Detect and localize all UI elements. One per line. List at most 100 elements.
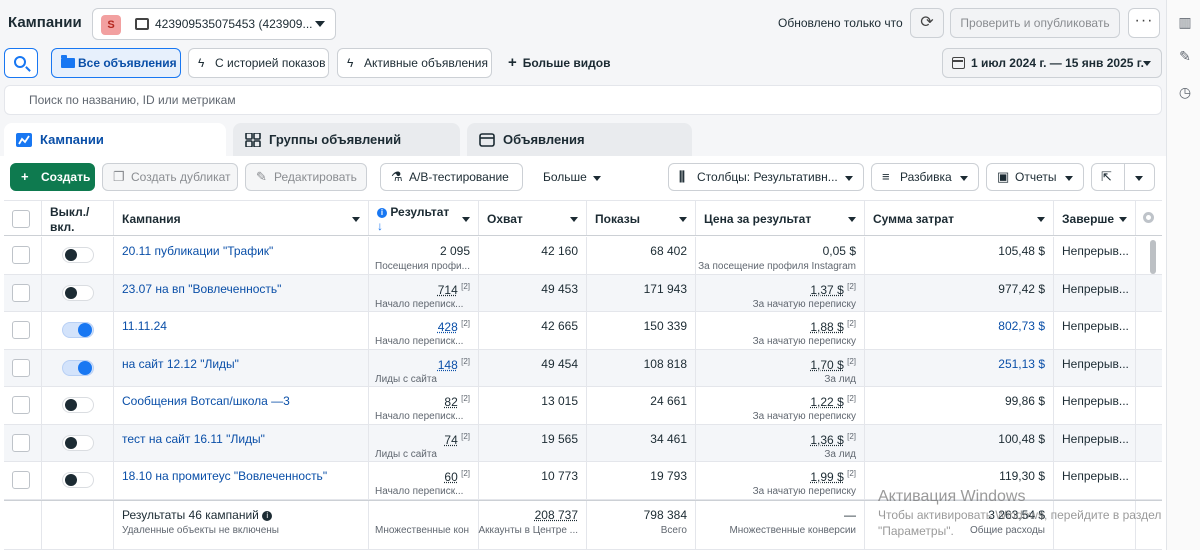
campaign-name-link[interactable]: 20.11 публикации "Трафик" [122, 244, 273, 258]
row-checkbox[interactable] [12, 396, 30, 414]
pencil-icon[interactable]: ✎ [1177, 48, 1193, 64]
plus-icon: + [508, 54, 517, 71]
campaign-toggle[interactable] [62, 397, 94, 413]
clock-icon[interactable]: ◷ [1177, 84, 1193, 100]
filter-all-ads-label: Все объявления [78, 56, 177, 70]
note-marker: [2] [847, 356, 856, 366]
table-row[interactable]: 23.07 на вп "Вовлеченность" 714 [2] Начало… [4, 274, 1162, 312]
campaign-name-link[interactable]: 23.07 на вп "Вовлеченность" [122, 282, 281, 296]
search-input[interactable] [4, 85, 1162, 115]
campaign-toggle[interactable] [62, 322, 94, 338]
header-end[interactable]: Заверше [1054, 201, 1136, 235]
export-button[interactable]: ⇱ [1091, 163, 1155, 191]
table-row[interactable]: 20.11 публикации "Трафик" 2 095 Посещения … [4, 237, 1162, 275]
filter-active-ads[interactable]: ϟ Активные объявления [337, 48, 492, 78]
date-range-label: 1 июл 2024 г. — 15 янв 2025 г. [971, 56, 1144, 70]
result-cell: 74 [2] Лиды с сайта [369, 424, 479, 461]
totals-note: Удаленные объекты не включены [122, 524, 279, 536]
end-status: Непрерыв... [1062, 319, 1129, 333]
table-row[interactable]: на сайт 12.12 "Лиды" 148 [2] Лиды с сайта 4… [4, 349, 1162, 387]
header-toggle[interactable]: Выкл./ вкл. [42, 201, 114, 235]
row-checkbox[interactable] [12, 283, 30, 302]
header-impressions[interactable]: Показы [587, 201, 696, 235]
row-checkbox[interactable] [12, 321, 30, 339]
breakdown-button[interactable]: ≡ Разбивка [871, 163, 979, 191]
edit-button[interactable]: ✎ Редактировать [245, 163, 367, 191]
more-views-button[interactable]: + Больше видов [508, 48, 611, 78]
more-options-button[interactable]: ··· [1128, 8, 1160, 38]
search-toggle-button[interactable] [4, 48, 38, 78]
result-value[interactable]: 714 [2] [438, 282, 470, 297]
chevron-down-icon [593, 176, 601, 181]
result-number: 74 [444, 432, 458, 447]
header-cost-per-result[interactable]: Цена за результат [696, 201, 865, 235]
filter-with-history[interactable]: ϟ С историей показов [188, 48, 329, 78]
header-reach[interactable]: Охват [479, 201, 587, 235]
column-settings-icon[interactable] [1143, 212, 1154, 223]
note-marker: [2] [461, 394, 470, 403]
edit-label: Редактировать [274, 170, 357, 184]
chevron-down-icon [845, 176, 853, 181]
more-actions-button[interactable]: Больше [532, 163, 612, 191]
publish-button[interactable]: Проверить и опубликовать [950, 8, 1120, 38]
campaign-name-cell: 20.11 публикации "Трафик" [114, 237, 369, 274]
duplicate-button[interactable]: ❐ Создать дубликат [102, 163, 238, 191]
totals-label: Результаты 46 кампаний i [122, 508, 273, 522]
cost-per-result-cell: 1,99 $ [2] За начатую переписку [696, 462, 865, 499]
reports-button[interactable]: ▣ Отчеты [986, 163, 1084, 191]
reach-value: 42 160 [541, 244, 578, 258]
cost-per-result-cell: 0,05 $ За посещение профиля Instagram [696, 237, 865, 274]
result-value[interactable]: 60 [2] [444, 469, 470, 484]
header-campaign[interactable]: Кампания [114, 201, 369, 235]
columns-button[interactable]: ⫼ Столбцы: Результативн... [668, 163, 864, 191]
select-all-checkbox[interactable] [12, 210, 30, 228]
refresh-button[interactable]: ⟳ [910, 8, 944, 38]
reach-value: 49 454 [541, 356, 578, 371]
account-icon [135, 18, 149, 30]
campaign-toggle[interactable] [62, 247, 94, 263]
toggle-knob [65, 474, 77, 486]
campaign-toggle[interactable] [62, 472, 94, 488]
row-checkbox[interactable] [12, 358, 30, 377]
tab-campaigns[interactable]: Кампании [4, 123, 226, 159]
result-value[interactable]: 74 [2] [444, 432, 470, 447]
campaign-name-link[interactable]: тест на сайт 16.11 "Лиды" [122, 432, 265, 446]
spend-value[interactable]: 251,13 $ [998, 357, 1045, 371]
note-marker: [2] [461, 356, 470, 366]
campaign-name-link[interactable]: 11.11.24 [122, 319, 167, 333]
account-selector[interactable]: S 423909535075453 (423909... [92, 8, 336, 40]
date-range-picker[interactable]: 1 июл 2024 г. — 15 янв 2025 г. [942, 48, 1162, 78]
campaign-toggle[interactable] [62, 284, 94, 301]
account-id: 423909535075453 (423909... [155, 17, 313, 31]
result-cell: 714 [2] Начало переписк... [369, 274, 479, 311]
result-value[interactable]: 82 [2] [444, 394, 470, 409]
vertical-scrollbar[interactable] [1150, 240, 1156, 274]
note-marker: [2] [847, 319, 856, 328]
table-row[interactable]: тест на сайт 16.11 "Лиды" 74 [2] Лиды с са… [4, 424, 1162, 462]
cost-number: 1,36 $ [810, 432, 844, 447]
table-row[interactable]: Сообщения Вотсап/школа —3 82 [2] Начало пе… [4, 387, 1162, 425]
create-button[interactable]: + Создать [10, 163, 95, 191]
spend-cell: 802,73 $ [865, 312, 1054, 349]
more-views-label: Больше видов [522, 56, 611, 70]
spend-value[interactable]: 802,73 $ [998, 319, 1045, 333]
row-checkbox[interactable] [12, 471, 30, 489]
campaign-toggle[interactable] [62, 434, 94, 451]
row-checkbox[interactable] [12, 246, 30, 264]
ab-test-button[interactable]: ⚗ A/B-тестирование [380, 163, 523, 191]
result-value[interactable]: 428 [2] [438, 319, 470, 334]
header-spend[interactable]: Сумма затрат [865, 201, 1054, 235]
header-result[interactable]: i Результат ↓ [369, 201, 479, 235]
chart-icon[interactable]: ▥ [1177, 14, 1193, 30]
filter-all-ads[interactable]: Все объявления [51, 48, 181, 78]
row-select-cell [4, 312, 42, 349]
result-value[interactable]: 148 [2] [438, 357, 470, 372]
table-row[interactable]: 11.11.24 428 [2] Начало переписк... 42 665 1… [4, 312, 1162, 350]
tab-ad-sets[interactable]: Группы объявлений [233, 123, 460, 159]
campaign-name-link[interactable]: Сообщения Вотсап/школа —3 [122, 394, 290, 408]
row-checkbox[interactable] [12, 433, 30, 452]
campaign-name-link[interactable]: 18.10 на промитеус "Вовлеченность" [122, 469, 327, 483]
campaign-name-link[interactable]: на сайт 12.12 "Лиды" [122, 357, 239, 371]
campaign-toggle[interactable] [62, 359, 94, 376]
tab-ads[interactable]: Объявления [467, 123, 692, 159]
